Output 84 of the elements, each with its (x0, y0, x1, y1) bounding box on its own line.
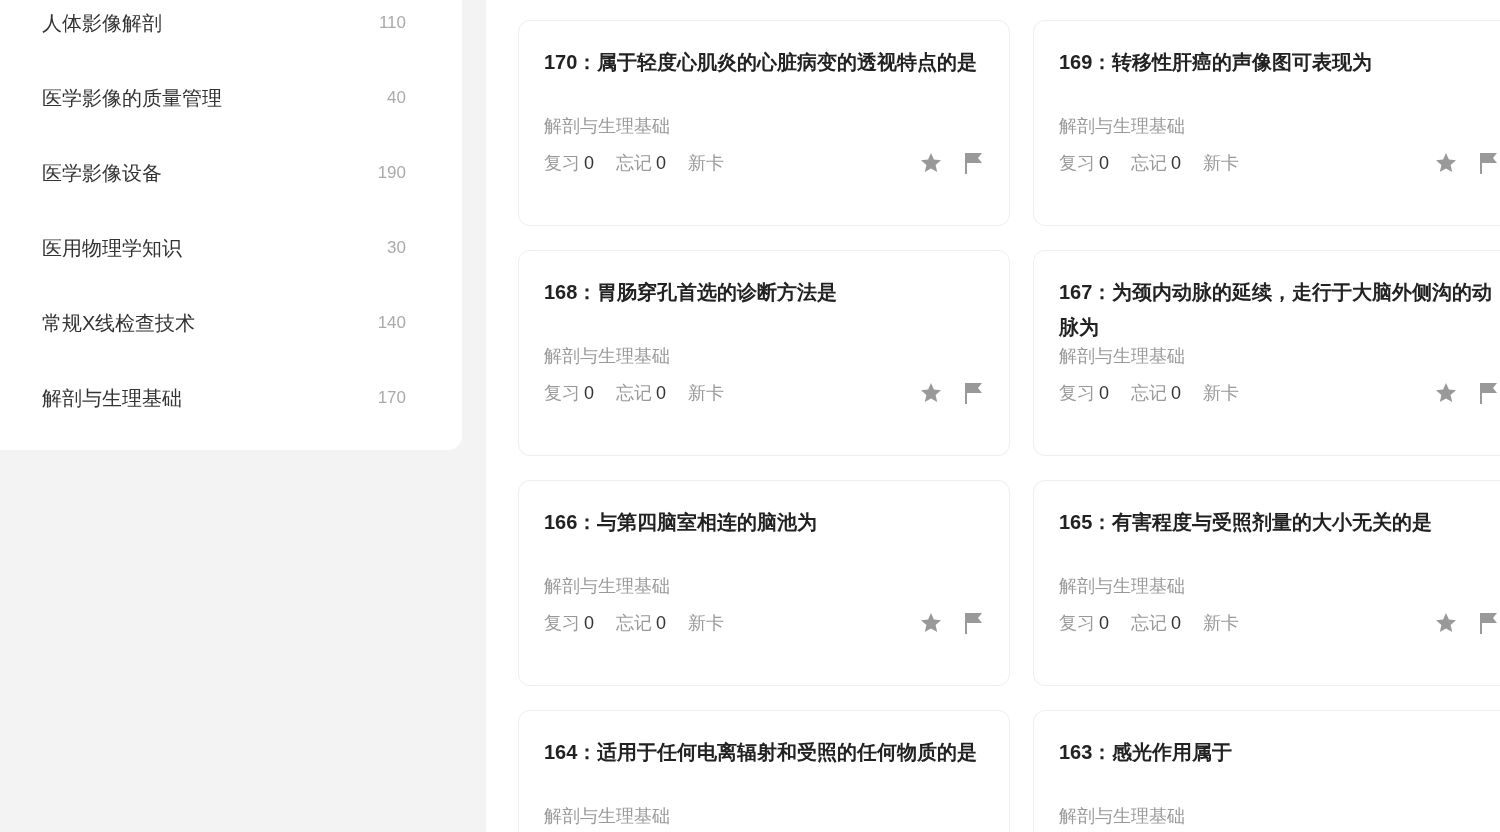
card-status: 新卡 (688, 382, 725, 405)
star-icon[interactable] (1434, 381, 1458, 405)
category-name: 医学影像设备 (42, 160, 162, 186)
forget-label: 忘记 (1131, 382, 1167, 405)
forget-label: 忘记 (1131, 612, 1167, 635)
flag-icon[interactable] (1478, 151, 1498, 175)
sidebar-item[interactable]: 医学影像设备 190 (0, 135, 462, 210)
card-status: 新卡 (1203, 382, 1240, 405)
review-count: 0 (584, 382, 594, 405)
category-label: 解剖与生理基础 (1059, 345, 1186, 368)
category-label: 解剖与生理基础 (544, 115, 671, 138)
category-count: 110 (378, 11, 406, 34)
review-count: 0 (1099, 382, 1109, 405)
review-label: 复习 (1059, 612, 1095, 635)
category-count: 170 (377, 386, 406, 409)
review-label: 复习 (1059, 152, 1095, 175)
question-title: 167：为颈内动脉的延续，走行于大脑外侧沟的动脉为 (1059, 280, 1494, 340)
forget-label: 忘记 (616, 152, 652, 175)
forget-label: 忘记 (616, 382, 652, 405)
forget-label: 忘记 (616, 612, 652, 635)
flag-icon[interactable] (963, 611, 983, 635)
star-icon[interactable] (919, 151, 943, 175)
question-title: 169：转移性肝癌的声像图可表现为 (1059, 50, 1374, 75)
review-count: 0 (1099, 152, 1109, 175)
review-count: 0 (1099, 612, 1109, 635)
forget-label: 忘记 (1131, 152, 1167, 175)
question-title: 164：适用于任何电离辐射和受照的任何物质的是 (544, 740, 979, 765)
flag-icon[interactable] (963, 381, 983, 405)
review-label: 复习 (544, 152, 580, 175)
question-card[interactable]: 170：属于轻度心肌炎的心脏病变的透视特点的是 解剖与生理基础 复习 0 忘记 0 新卡 (518, 20, 1010, 226)
question-card[interactable]: 168：胃肠穿孔首选的诊断方法是 解剖与生理基础 复习 0 忘记 0 新卡 (518, 250, 1010, 456)
question-card[interactable]: 163：感光作用属于 解剖与生理基础 (1033, 710, 1500, 832)
card-status: 新卡 (688, 612, 725, 635)
category-name: 常规X线检查技术 (42, 310, 196, 336)
question-card[interactable]: 166：与第四脑室相连的脑池为 解剖与生理基础 复习 0 忘记 0 新卡 (518, 480, 1010, 686)
question-title: 170：属于轻度心肌炎的心脏病变的透视特点的是 (544, 50, 979, 75)
forget-count: 0 (1171, 152, 1182, 175)
category-name: 医学影像的质量管理 (42, 85, 222, 111)
review-label: 复习 (1059, 382, 1095, 405)
review-label: 复习 (544, 612, 580, 635)
category-count: 140 (377, 311, 406, 334)
question-card[interactable]: 167：为颈内动脉的延续，走行于大脑外侧沟的动脉为 解剖与生理基础 复习 0 忘记 0 新卡 (1033, 250, 1500, 456)
category-label: 解剖与生理基础 (544, 805, 671, 828)
category-label: 解剖与生理基础 (544, 345, 671, 368)
sidebar-item[interactable]: 人体影像解剖 110 (0, 0, 462, 60)
review-count: 0 (584, 152, 594, 175)
category-label: 解剖与生理基础 (1059, 575, 1186, 598)
category-label: 解剖与生理基础 (1059, 805, 1186, 828)
card-status: 新卡 (1203, 152, 1240, 175)
question-title: 165：有害程度与受照剂量的大小无关的是 (1059, 510, 1434, 535)
category-count: 30 (387, 236, 406, 259)
flag-icon[interactable] (1478, 381, 1498, 405)
category-count: 190 (377, 161, 406, 184)
category-name: 人体影像解剖 (42, 10, 162, 36)
question-title: 166：与第四脑室相连的脑池为 (544, 510, 819, 535)
review-count: 0 (584, 612, 594, 635)
card-status: 新卡 (1203, 612, 1240, 635)
card-status: 新卡 (688, 152, 725, 175)
category-name: 医用物理学知识 (42, 235, 182, 261)
sidebar-item[interactable]: 解剖与生理基础 170 (0, 360, 462, 435)
question-title: 163：感光作用属于 (1059, 740, 1234, 765)
star-icon[interactable] (1434, 151, 1458, 175)
forget-count: 0 (1171, 382, 1182, 405)
review-label: 复习 (544, 382, 580, 405)
star-icon[interactable] (919, 381, 943, 405)
category-name: 解剖与生理基础 (42, 385, 182, 411)
forget-count: 0 (1171, 612, 1182, 635)
forget-count: 0 (656, 382, 667, 405)
question-title: 168：胃肠穿孔首选的诊断方法是 (544, 280, 839, 305)
flag-icon[interactable] (963, 151, 983, 175)
sidebar-item[interactable]: 医用物理学知识 30 (0, 210, 462, 285)
category-label: 解剖与生理基础 (1059, 115, 1186, 138)
question-card[interactable]: 169：转移性肝癌的声像图可表现为 解剖与生理基础 复习 0 忘记 0 新卡 (1033, 20, 1500, 226)
category-label: 解剖与生理基础 (544, 575, 671, 598)
question-card[interactable]: 165：有害程度与受照剂量的大小无关的是 解剖与生理基础 复习 0 忘记 0 新卡 (1033, 480, 1500, 686)
sidebar-item[interactable]: 常规X线检查技术 140 (0, 285, 462, 360)
sidebar-item[interactable]: 医学影像的质量管理 40 (0, 60, 462, 135)
category-count: 40 (387, 86, 406, 109)
question-card[interactable]: 164：适用于任何电离辐射和受照的任何物质的是 解剖与生理基础 (518, 710, 1010, 832)
forget-count: 0 (656, 152, 667, 175)
star-icon[interactable] (1434, 611, 1458, 635)
star-icon[interactable] (919, 611, 943, 635)
forget-count: 0 (656, 612, 667, 635)
flag-icon[interactable] (1478, 611, 1498, 635)
